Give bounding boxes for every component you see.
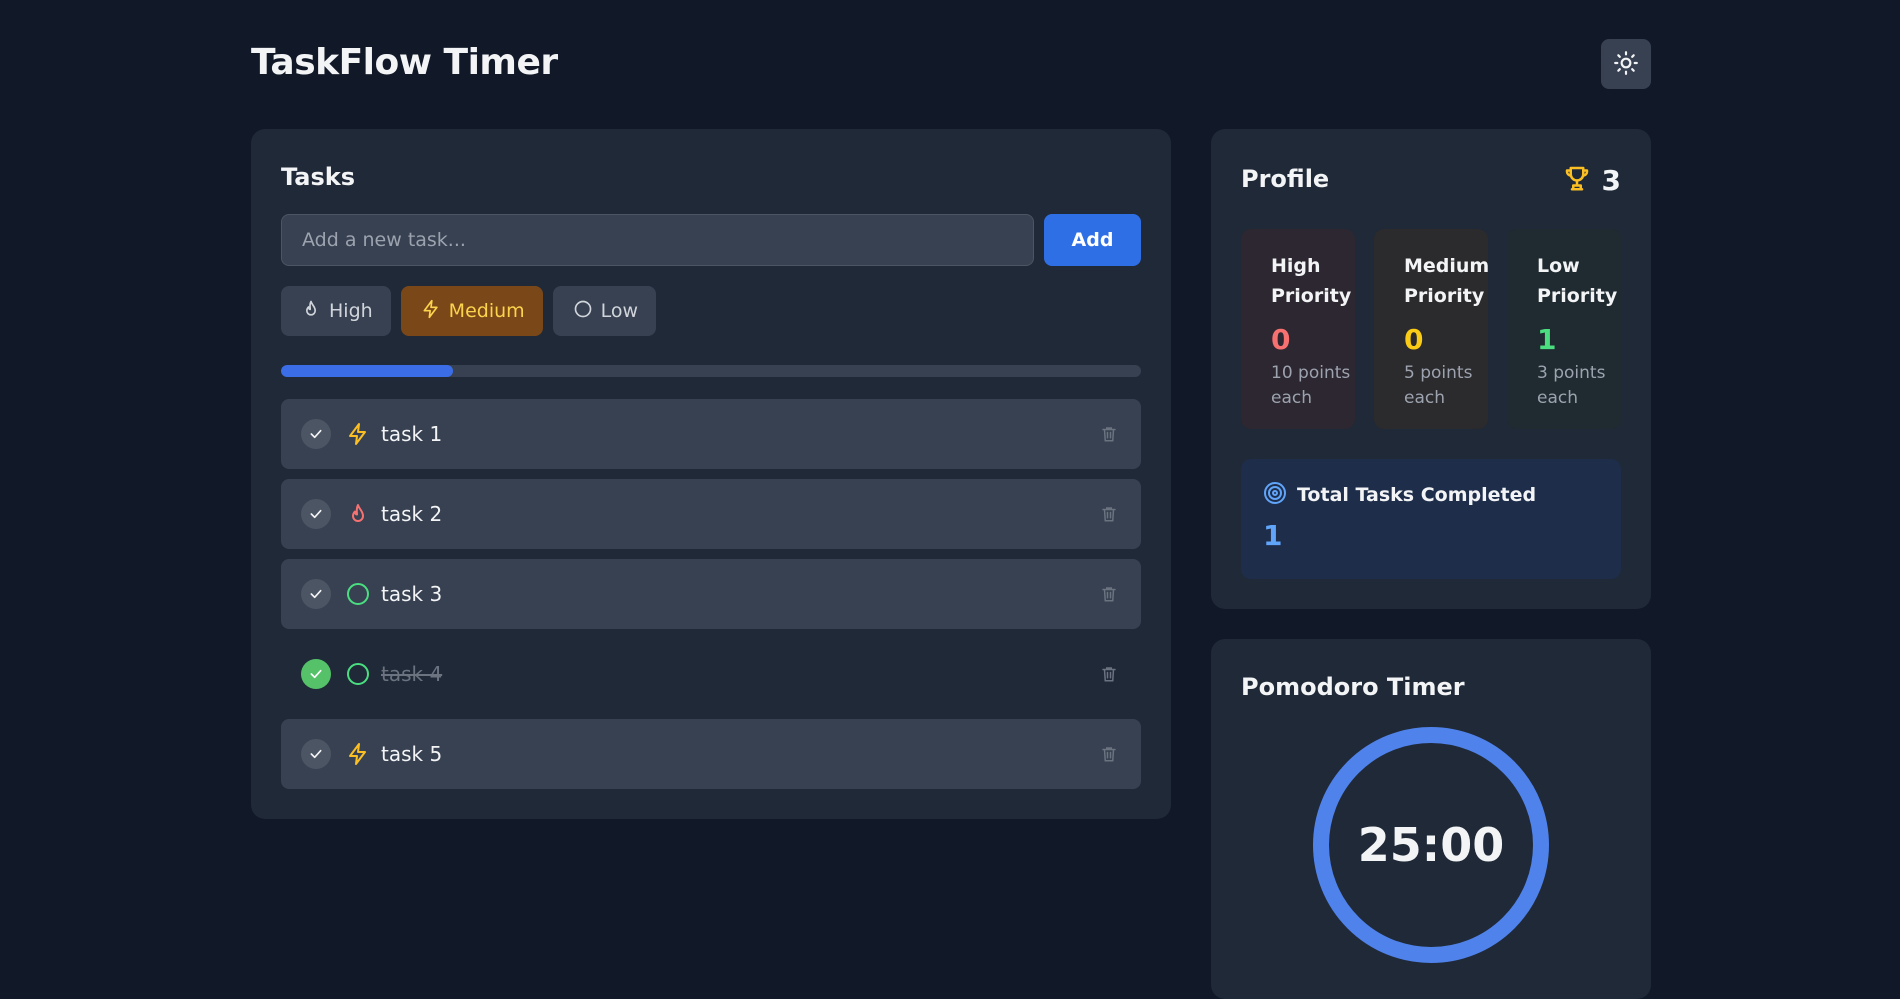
check-icon (310, 509, 322, 519)
stat-description: 5 points each (1404, 363, 1473, 408)
total-tasks-completed: Total Tasks Completed 1 (1241, 459, 1621, 579)
complete-task-button[interactable] (301, 659, 331, 689)
complete-task-button[interactable] (301, 579, 331, 609)
medium-priority-stat: Medium Priority 0 5 points each (1374, 229, 1490, 429)
priority-medium-label: Medium (448, 300, 525, 322)
timer-display: 25:00 (1357, 818, 1505, 872)
tasks-card: Tasks Add High Medium Low (251, 129, 1171, 819)
priority-medium-button[interactable]: Medium (400, 286, 543, 336)
task-item: task 3 (281, 559, 1141, 629)
trash-icon (1102, 507, 1116, 522)
task-text: task 4 (381, 662, 443, 686)
flame-icon (301, 299, 321, 324)
task-item: task 2 (281, 479, 1141, 549)
task-list: task 1 task 2 task 3 task 4 task 5 (281, 399, 1141, 799)
task-item-completed: task 4 (281, 639, 1141, 709)
delete-task-button[interactable] (1097, 662, 1121, 686)
priority-selector: High Medium Low (281, 286, 657, 336)
stat-count: 1 (1537, 323, 1557, 356)
task-text: task 5 (381, 742, 443, 766)
points-badge: 3 (1562, 163, 1621, 197)
points-value: 3 (1601, 163, 1621, 197)
delete-task-button[interactable] (1097, 422, 1121, 446)
profile-card: Profile 3 High Priority 0 10 points each M… (1211, 129, 1651, 609)
stat-count: 0 (1404, 323, 1424, 356)
priority-high-label: High (329, 300, 373, 322)
profile-title: Profile (1241, 165, 1330, 193)
complete-task-button[interactable] (301, 499, 331, 529)
pomodoro-card: Pomodoro Timer 25:00 (1211, 639, 1651, 999)
delete-task-button[interactable] (1097, 742, 1121, 766)
lightning-icon (345, 741, 371, 767)
high-priority-stat: High Priority 0 10 points each (1241, 229, 1355, 429)
circle-icon (573, 299, 593, 324)
add-task-button[interactable]: Add (1044, 214, 1141, 266)
trash-icon (1102, 427, 1116, 442)
check-icon (310, 669, 322, 679)
check-icon (310, 429, 322, 439)
delete-task-button[interactable] (1097, 582, 1121, 606)
delete-task-button[interactable] (1097, 502, 1121, 526)
task-item: task 5 (281, 719, 1141, 789)
circle-icon (345, 581, 371, 607)
pomodoro-title: Pomodoro Timer (1241, 673, 1465, 701)
target-icon (1263, 481, 1287, 509)
trash-icon (1102, 587, 1116, 602)
total-value: 1 (1263, 519, 1283, 552)
trash-icon (1102, 747, 1116, 762)
complete-task-button[interactable] (301, 419, 331, 449)
progress-fill (281, 365, 453, 377)
task-text: task 2 (381, 502, 443, 526)
sun-icon (1613, 50, 1639, 79)
check-icon (310, 589, 322, 599)
tasks-title: Tasks (281, 163, 356, 191)
priority-high-button[interactable]: High (281, 286, 391, 336)
app-title: TaskFlow Timer (251, 42, 558, 83)
check-icon (310, 749, 322, 759)
complete-task-button[interactable] (301, 739, 331, 769)
stat-description: 3 points each (1537, 363, 1606, 408)
task-item: task 1 (281, 399, 1141, 469)
trash-icon (1102, 667, 1116, 682)
stat-description: 10 points each (1271, 363, 1351, 408)
lightning-icon (421, 299, 441, 324)
low-priority-stat: Low Priority 1 3 points each (1507, 229, 1621, 429)
priority-low-label: Low (600, 300, 639, 322)
stat-label: Medium Priority (1404, 255, 1490, 307)
new-task-input[interactable] (281, 214, 1034, 266)
trophy-icon (1562, 163, 1592, 197)
stat-count: 0 (1271, 323, 1291, 356)
theme-toggle-button[interactable] (1601, 39, 1651, 89)
total-label: Total Tasks Completed (1297, 484, 1537, 506)
lightning-icon (345, 421, 371, 447)
stat-label: High Priority (1271, 255, 1352, 307)
circle-icon (345, 661, 371, 687)
task-text: task 1 (381, 422, 443, 446)
stat-label: Low Priority (1537, 255, 1618, 307)
progress-bar (281, 365, 1141, 377)
flame-icon (345, 501, 371, 527)
task-text: task 3 (381, 582, 443, 606)
priority-low-button[interactable]: Low (552, 286, 657, 336)
